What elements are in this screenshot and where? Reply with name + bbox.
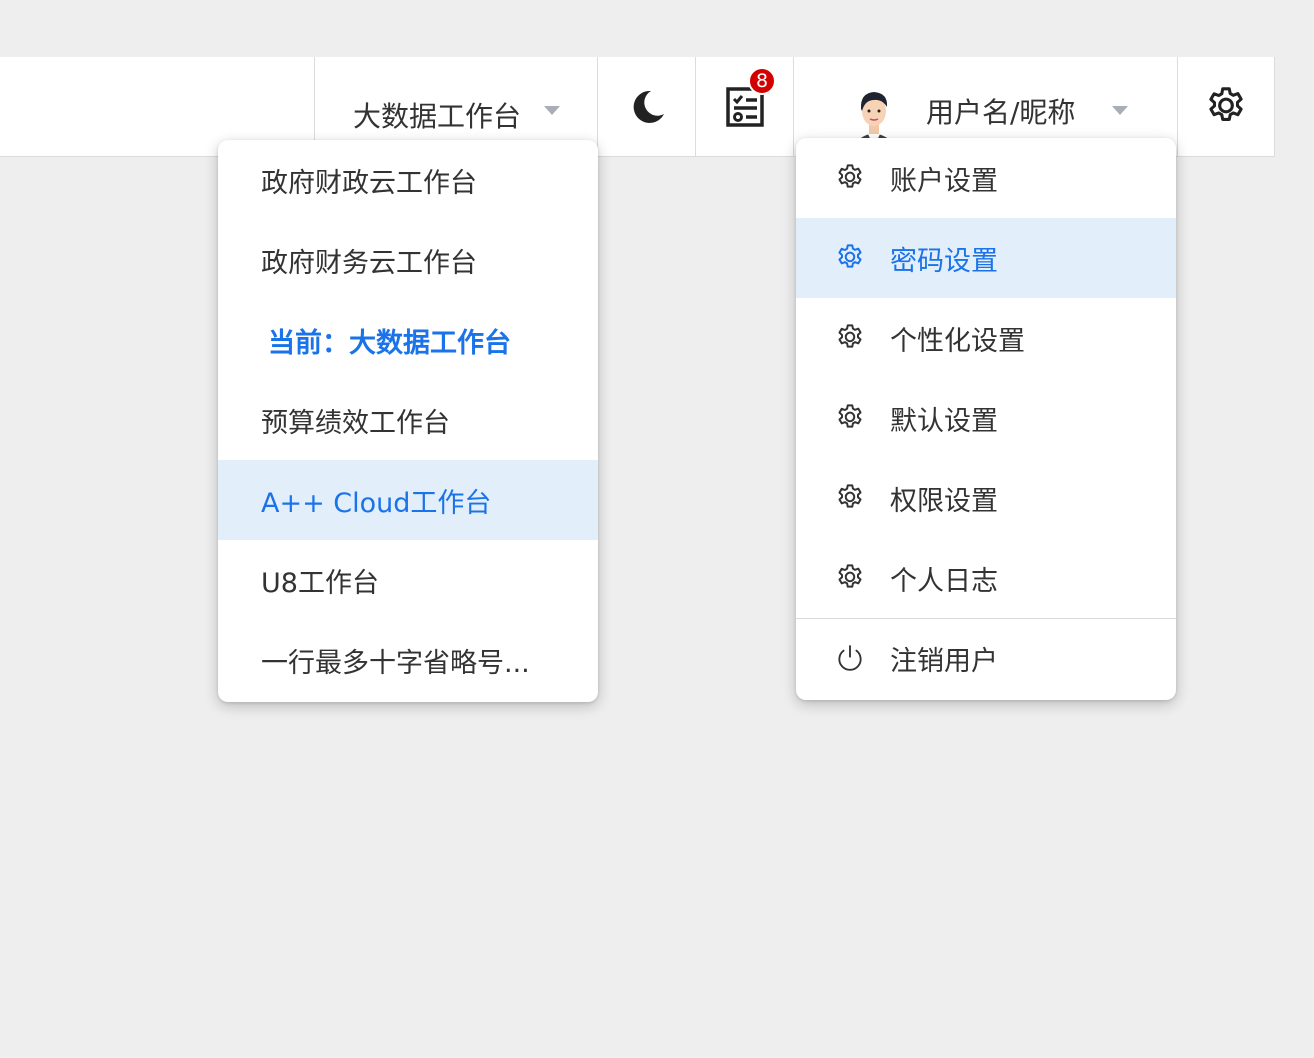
logout-label: 注销用户 <box>890 645 998 677</box>
chevron-down-icon <box>544 106 560 115</box>
workspace-menu-item[interactable]: 政府财务云工作台 <box>218 220 598 300</box>
gear-icon <box>838 404 862 428</box>
gear-icon <box>838 324 862 348</box>
username-label: 用户名/昵称 <box>926 96 1076 129</box>
gear-icon <box>838 164 862 188</box>
workspace-menu-item-hovered[interactable]: A++ Cloud工作台 <box>218 460 598 540</box>
user-menu-item-account-settings[interactable]: 账户设置 <box>796 138 1176 218</box>
workspace-menu-item[interactable]: 一行最多十字省略号... <box>218 620 598 700</box>
user-menu-item-label: 个人日志 <box>890 565 998 597</box>
user-menu-item-label: 密码设置 <box>890 245 998 277</box>
power-icon <box>838 645 862 671</box>
user-menu-item-label: 个性化设置 <box>890 325 1025 357</box>
user-menu-item-permission-settings[interactable]: 权限设置 <box>796 458 1176 538</box>
workspace-menu-item[interactable]: 预算绩效工作台 <box>218 380 598 460</box>
user-menu-item-label: 权限设置 <box>890 485 998 517</box>
workspace-menu-item[interactable]: U8工作台 <box>218 540 598 620</box>
workspace-menu-item[interactable]: 政府财政云工作台 <box>218 140 598 220</box>
tasks-button[interactable] <box>695 57 793 157</box>
moon-icon <box>633 90 664 123</box>
user-menu-item-label: 账户设置 <box>890 165 998 197</box>
user-dropdown-menu: 账户设置 密码设置 个性化设置 默认设置 权限设置 个人日志 注销用户 <box>796 138 1176 700</box>
chevron-down-icon <box>1112 106 1128 115</box>
workspace-dropdown-menu: 政府财政云工作台 政府财务云工作台 当前：大数据工作台 预算绩效工作台 A++ … <box>218 140 598 702</box>
gear-icon <box>838 484 862 508</box>
workspace-switcher-label: 大数据工作台 <box>353 100 522 133</box>
user-menu-item-personal-log[interactable]: 个人日志 <box>796 538 1176 618</box>
user-menu-item-password-settings[interactable]: 密码设置 <box>796 218 1176 298</box>
logout-button[interactable]: 注销用户 <box>796 619 1176 697</box>
task-count-badge: 8 <box>748 67 776 95</box>
nav-left-area <box>0 57 232 157</box>
gear-icon <box>838 564 862 588</box>
user-menu-item-label: 默认设置 <box>890 405 998 437</box>
theme-toggle-button[interactable] <box>597 57 695 157</box>
gear-icon <box>1209 86 1243 121</box>
workspace-menu-item-current[interactable]: 当前：大数据工作台 <box>218 300 598 380</box>
user-menu-item-personalization[interactable]: 个性化设置 <box>796 298 1176 378</box>
gear-icon <box>838 244 862 268</box>
user-menu-item-default-settings[interactable]: 默认设置 <box>796 378 1176 458</box>
settings-button[interactable] <box>1177 57 1275 157</box>
